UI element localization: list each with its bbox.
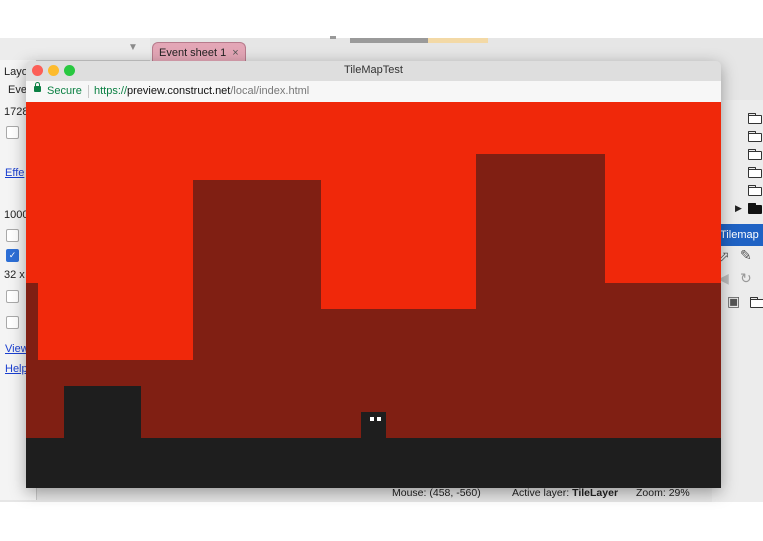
active-layer-status: Active layer: TileLayer <box>512 487 619 499</box>
folder-icon[interactable] <box>748 149 762 160</box>
url-text[interactable]: https://preview.construct.net/local/inde… <box>94 85 309 97</box>
secure-label: Secure <box>47 85 82 97</box>
game-viewport[interactable] <box>26 102 721 488</box>
folder-icon[interactable] <box>748 167 762 178</box>
chevron-down-icon[interactable]: ▼ <box>128 42 138 53</box>
property-value: 32 x <box>4 269 25 281</box>
mouse-status: Mouse: (458, -560) <box>392 487 481 499</box>
effects-link[interactable]: Effe <box>5 167 24 179</box>
tab-event-sheet[interactable]: Event sheet 1 × <box>152 42 246 63</box>
ground-block <box>26 283 38 443</box>
tab-layout[interactable]: Layo <box>4 66 28 78</box>
folder-icon[interactable] <box>748 113 762 124</box>
folder-icon[interactable] <box>748 131 762 142</box>
folder-icon[interactable] <box>748 203 762 214</box>
property-checkbox[interactable] <box>6 229 19 242</box>
address-separator <box>88 85 89 98</box>
close-icon[interactable]: × <box>232 47 238 59</box>
ruler-tick <box>330 36 336 39</box>
window-titlebar[interactable]: TileMapTest <box>26 61 721 81</box>
expand-arrow-icon[interactable]: ▶ <box>735 203 742 214</box>
redo-icon[interactable]: ↻ <box>740 270 752 287</box>
player-character <box>361 412 386 439</box>
property-checkbox[interactable] <box>6 316 19 329</box>
floor-tiles <box>26 438 721 488</box>
zoom-status: Zoom: 29% <box>636 487 690 499</box>
open-folder-icon[interactable] <box>750 297 763 308</box>
solid-block <box>64 386 141 439</box>
ground-block <box>193 180 321 440</box>
toolbar-strip <box>350 38 428 43</box>
lock-icon <box>34 82 41 92</box>
help-link[interactable]: Help <box>5 363 28 375</box>
window-title: TileMapTest <box>344 64 403 76</box>
player-eye <box>370 417 374 421</box>
property-checkbox[interactable] <box>6 290 19 303</box>
ground-block <box>605 283 721 440</box>
tab-events[interactable]: Eve <box>8 84 27 96</box>
address-bar[interactable]: Secure https://preview.construct.net/loc… <box>26 81 721 103</box>
property-value: 1000 <box>4 209 29 221</box>
folder-icon[interactable] <box>748 185 762 196</box>
toolbar-strip-highlight <box>428 38 488 43</box>
browser-window: TileMapTest Secure https://preview.const… <box>26 61 721 488</box>
tab-tilemap[interactable]: Tilemap <box>718 224 763 246</box>
property-value: 1728 <box>4 106 29 118</box>
pencil-icon[interactable]: ✎ <box>740 247 752 264</box>
player-eye <box>377 417 381 421</box>
property-checkbox-checked[interactable]: ✓ <box>6 249 19 262</box>
property-checkbox[interactable] <box>6 126 19 139</box>
ground-block <box>321 309 476 440</box>
save-icon[interactable]: ▣ <box>727 293 740 310</box>
ground-block <box>476 154 605 440</box>
tab-event-sheet-label: Event sheet 1 <box>159 47 227 59</box>
